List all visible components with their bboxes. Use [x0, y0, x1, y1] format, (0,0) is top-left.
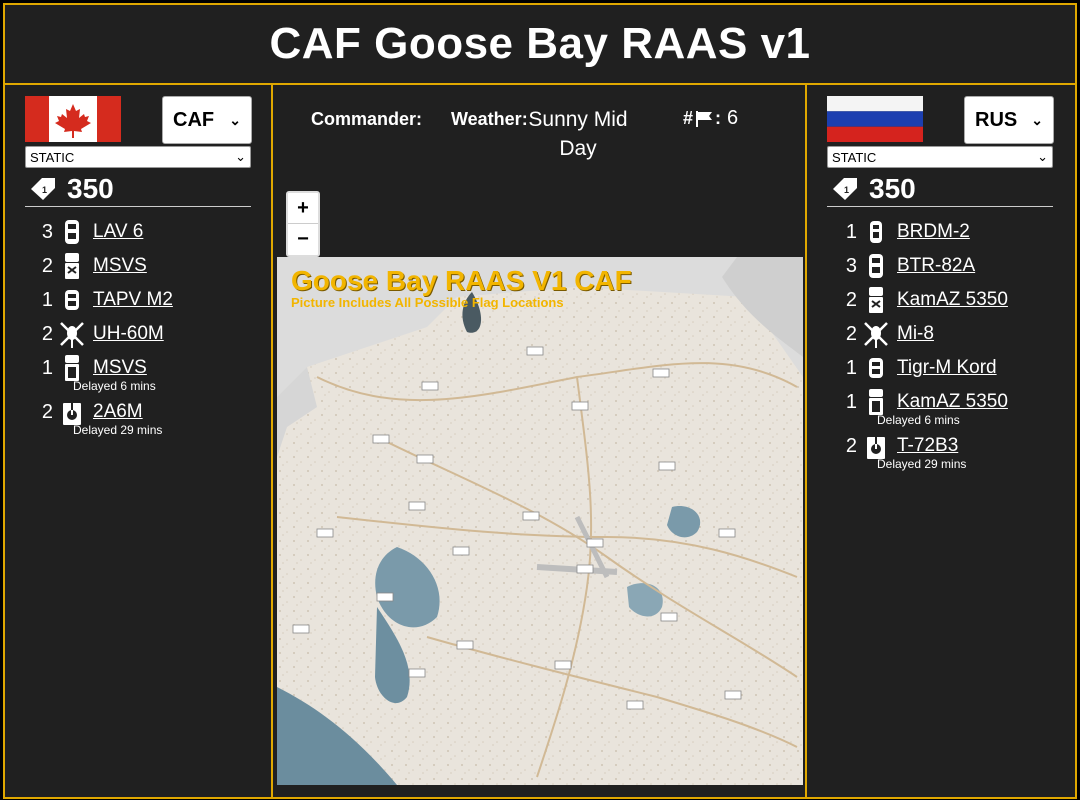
vehicle-link[interactable]: Tigr-M Kord: [897, 357, 997, 379]
vehicle-count: 1: [845, 356, 857, 379]
svg-text:1: 1: [42, 185, 47, 195]
vehicle-link[interactable]: TAPV M2: [93, 289, 173, 311]
page-title: CAF Goose Bay RAAS v1: [269, 19, 811, 68]
vehicle-count: 1: [41, 356, 53, 379]
russia-flag: [827, 96, 923, 142]
svg-text:1: 1: [844, 185, 849, 195]
flag-count-prefix: #: [683, 108, 694, 128]
vehicle-row: 2 MSVS: [33, 249, 263, 283]
left-tickets: 1 350: [25, 172, 251, 207]
wheeled-apc-icon: [869, 254, 883, 278]
vehicle-link[interactable]: T-72B3: [897, 435, 958, 457]
vehicle-count: 2: [41, 400, 53, 423]
match-info-row: Commander: Weather: Sunny Mid Day # : 6: [273, 105, 803, 165]
right-vehicle-list: 1 BRDM-2 3 BTR-82A 2 KamAZ 5350 2 Mi-8 1 Tigr-M K…: [837, 215, 1067, 473]
left-faction-value: CAF: [173, 108, 215, 131]
zoom-control: + −: [286, 191, 320, 257]
map-image: [277, 257, 803, 785]
vehicle-row: 2 Mi-8: [837, 317, 1067, 351]
vehicle-count: 1: [845, 390, 857, 413]
main-frame: CAF Goose Bay RAAS v1 CAF ⌄ STATIC ⌄ 1 3…: [3, 3, 1077, 799]
vehicle-count: 3: [845, 254, 857, 277]
logistics-truck-icon: [869, 287, 883, 313]
left-vehicle-list: 3 LAV 6 2 MSVS 1 TAPV M2 2 UH-60M 1 MSVS Delayed 6…: [33, 215, 263, 439]
logistics-truck-icon: [65, 253, 79, 279]
right-team-panel: RUS ⌄ STATIC ⌄ 1 350 1 BRDM-2 3 BTR-82A 2 Kam…: [805, 85, 1077, 797]
vehicle-row: 1 Tigr-M Kord: [837, 351, 1067, 385]
vehicle-link[interactable]: MSVS: [93, 357, 147, 379]
canada-flag: [25, 96, 121, 142]
map-subtitle: Picture Includes All Possible Flag Locat…: [291, 295, 564, 310]
left-mode-select[interactable]: STATIC ⌄: [25, 146, 251, 168]
vehicle-link[interactable]: KamAZ 5350: [897, 289, 1008, 311]
mrap-icon: [65, 290, 79, 310]
vehicle-row: 1 BRDM-2: [837, 215, 1067, 249]
right-mode-value: STATIC: [832, 149, 877, 165]
map-panel: Commander: Weather: Sunny Mid Day # : 6 …: [273, 85, 803, 797]
right-faction-value: RUS: [975, 108, 1018, 131]
vehicle-link[interactable]: 2A6M: [93, 401, 143, 423]
vehicle-link[interactable]: MSVS: [93, 255, 147, 277]
left-ticket-count: 350: [67, 173, 114, 204]
flag-count-info: # : 6: [683, 107, 738, 130]
chevron-down-icon: ⌄: [1031, 111, 1043, 128]
right-ticket-count: 350: [869, 173, 916, 204]
left-mode-value: STATIC: [30, 149, 75, 165]
flag-icon: [696, 110, 713, 127]
commander-info: Commander:: [311, 109, 422, 131]
vehicle-count: 2: [845, 434, 857, 457]
wheeled-apc-icon: [65, 220, 79, 244]
right-faction-select[interactable]: RUS ⌄: [964, 96, 1054, 144]
vehicle-link[interactable]: Mi-8: [897, 323, 934, 345]
title-bar: CAF Goose Bay RAAS v1: [5, 5, 1075, 85]
vehicle-link[interactable]: UH-60M: [93, 323, 164, 345]
map-view[interactable]: Goose Bay RAAS V1 CAF Picture Includes A…: [277, 257, 803, 785]
mrap-icon: [869, 358, 883, 378]
weather-value: Sunny Mid Day: [528, 108, 628, 160]
commander-label: Commander:: [311, 109, 423, 129]
left-team-panel: CAF ⌄ STATIC ⌄ 1 350 3 LAV 6 2 MSVS 1 TAPV M2…: [5, 85, 273, 797]
vehicle-count: 1: [845, 220, 857, 243]
map-title: Goose Bay RAAS V1 CAF: [291, 265, 632, 296]
vehicle-row: 3 LAV 6: [33, 215, 263, 249]
vehicle-delay: Delayed 29 mins: [877, 457, 967, 471]
vehicle-count: 3: [41, 220, 53, 243]
vehicle-count: 2: [41, 322, 53, 345]
flag-count-value: 6: [727, 107, 739, 129]
zoom-out-button[interactable]: −: [288, 223, 318, 254]
zoom-in-button[interactable]: +: [288, 193, 318, 223]
vehicle-row: 2 KamAZ 5350: [837, 283, 1067, 317]
vehicle-link[interactable]: LAV 6: [93, 221, 143, 243]
vehicle-count: 2: [41, 254, 53, 277]
vehicle-count: 1: [41, 288, 53, 311]
vehicle-row: 3 BTR-82A: [837, 249, 1067, 283]
ticket-icon: 1: [833, 178, 857, 200]
chevron-down-icon: ⌄: [235, 149, 246, 164]
vehicle-link[interactable]: KamAZ 5350: [897, 391, 1008, 413]
vehicle-delay: Delayed 6 mins: [877, 413, 960, 427]
vehicle-delay: Delayed 6 mins: [73, 379, 156, 393]
ticket-icon: 1: [31, 178, 55, 200]
helicopter-icon: [864, 322, 888, 348]
vehicle-row: 1 TAPV M2: [33, 283, 263, 317]
vehicle-row: 2 UH-60M: [33, 317, 263, 351]
chevron-down-icon: ⌄: [229, 111, 241, 128]
vehicle-delay: Delayed 29 mins: [73, 423, 163, 437]
scout-car-icon: [870, 221, 882, 243]
right-tickets: 1 350: [827, 172, 1053, 207]
helicopter-icon: [60, 322, 84, 348]
vehicle-count: 2: [845, 288, 857, 311]
vehicle-count: 2: [845, 322, 857, 345]
weather-label: Weather:: [451, 109, 528, 129]
chevron-down-icon: ⌄: [1037, 149, 1048, 164]
vehicle-link[interactable]: BRDM-2: [897, 221, 970, 243]
left-faction-select[interactable]: CAF ⌄: [162, 96, 252, 144]
flag-count-suffix: :: [715, 108, 722, 128]
vehicle-link[interactable]: BTR-82A: [897, 255, 975, 277]
right-mode-select[interactable]: STATIC ⌄: [827, 146, 1053, 168]
